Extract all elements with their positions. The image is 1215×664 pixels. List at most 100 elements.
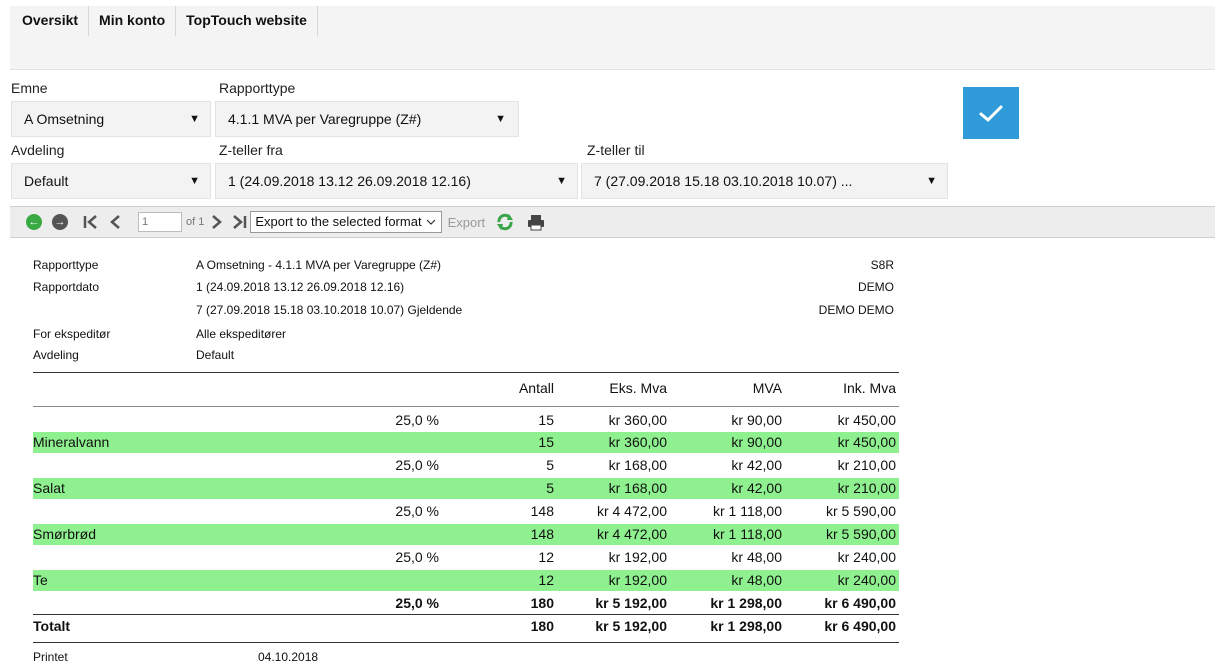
rapporttype-select[interactable]: 4.1.1 MVA per Varegruppe (Z#) ▼ [215,101,519,137]
row-antall: 15 [538,412,554,428]
checkmark-icon [979,105,1003,122]
export-button[interactable]: Export [448,215,486,230]
print-button[interactable] [527,213,545,231]
col-header-eks-mva: Eks. Mva [609,380,667,396]
nav-tabs: Oversikt Min konto TopTouch website [10,6,1215,36]
row-eks-mva: kr 5 192,00 [595,618,667,634]
emne-label: Emne [11,80,48,96]
row-ink-mva: kr 210,00 [837,457,896,473]
export-format-select[interactable]: Export to the selected format [250,211,442,233]
row-mva: kr 48,00 [731,572,782,588]
report-divider-top [33,372,899,373]
row-ink-mva: kr 5 590,00 [825,503,896,519]
printer-icon [528,215,545,231]
table-row: Mineralvann 15 kr 360,00 kr 90,00 kr 450… [33,432,899,453]
row-ink-mva: kr 240,00 [837,549,896,565]
chevron-right-icon [212,215,223,229]
z-teller-til-select[interactable]: 7 (27.09.2018 15.18 03.10.2018 10.07) ..… [581,163,948,199]
dropdown-arrow-icon: ▼ [189,175,200,187]
first-page-icon [83,215,97,229]
emne-select[interactable]: A Omsetning ▼ [11,101,211,137]
row-mva: kr 90,00 [731,412,782,428]
meta-ekspeditor-value: Alle ekspeditører [196,327,287,341]
dropdown-arrow-icon: ▼ [495,113,506,125]
printet-label: Printet [33,650,68,664]
printet-date: 04.10.2018 [258,650,319,664]
back-arrow-icon: ← [26,214,42,230]
table-row-total: Totalt 180 kr 5 192,00 kr 1 298,00 kr 6 … [33,616,899,637]
previous-page-button[interactable] [108,213,122,231]
page-count: of 1 [186,216,205,228]
dropdown-arrow-icon: ▼ [189,113,200,125]
row-eks-mva: kr 4 472,00 [596,503,667,519]
row-ink-mva: kr 5 590,00 [825,526,896,542]
row-eks-mva: kr 192,00 [608,572,667,588]
total-divider [33,614,899,615]
table-row-subtotal: 25,0 % 180 kr 5 192,00 kr 1 298,00 kr 6 … [33,593,899,614]
tab-oversikt[interactable]: Oversikt [10,6,90,36]
row-mva: kr 42,00 [731,480,782,496]
refresh-icon [497,213,514,231]
meta-rapporttype-label: Rapporttype [33,258,99,272]
row-antall: 180 [530,595,554,611]
row-name: Smørbrød [33,526,96,542]
dropdown-arrow-icon: ▼ [556,175,567,187]
col-header-ink-mva: Ink. Mva [843,380,896,396]
first-page-button[interactable] [82,213,100,231]
z-teller-fra-label: Z-teller fra [219,142,283,158]
row-antall: 5 [546,457,554,473]
meta-ekspeditor-label: For ekspeditør [33,327,111,341]
row-eks-mva: kr 360,00 [608,412,667,428]
back-button[interactable]: ← [26,214,42,230]
table-header-row: Antall Eks. Mva MVA Ink. Mva [33,378,899,399]
row-mva: kr 1 298,00 [710,595,782,611]
table-row: Te 12 kr 192,00 kr 48,00 kr 240,00 [33,570,899,591]
chevron-down-icon [426,219,435,225]
col-header-antall: Antall [518,380,554,396]
row-mva: kr 1 118,00 [712,503,782,519]
row-eks-mva: kr 168,00 [608,457,667,473]
meta-rapporttype-value: A Omsetning - 4.1.1 MVA per Varegruppe (… [196,258,442,272]
next-page-button[interactable] [210,213,224,231]
report-divider-header [33,406,899,407]
row-antall: 5 [546,480,554,496]
row-ink-mva: kr 210,00 [837,480,896,496]
row-pct: 25,0 % [395,595,439,611]
row-pct: 25,0 % [395,503,439,519]
row-eks-mva: kr 5 192,00 [595,595,667,611]
tab-min-konto[interactable]: Min konto [89,6,177,36]
avdeling-select-value: Default [24,173,69,189]
meta-avdeling-value: Default [196,348,235,362]
row-eks-mva: kr 4 472,00 [596,526,667,542]
row-ink-mva: kr 6 490,00 [824,618,896,634]
last-page-icon [233,215,247,229]
table-row: 25,0 % 148 kr 4 472,00 kr 1 118,00 kr 5 … [33,501,899,522]
rapporttype-label: Rapporttype [219,80,296,96]
table-row: Salat 5 kr 168,00 kr 42,00 kr 210,00 [33,478,899,499]
row-name: Te [33,572,48,588]
row-name: Totalt [33,618,71,634]
last-page-button[interactable] [230,213,248,231]
row-name: Salat [33,480,65,496]
row-pct: 25,0 % [395,549,439,565]
refresh-button[interactable] [495,212,515,232]
avdeling-select[interactable]: Default ▼ [11,163,211,199]
row-mva: kr 42,00 [731,457,782,473]
forward-button[interactable]: → [52,214,68,230]
tab-toptouch-website[interactable]: TopTouch website [176,6,318,36]
z-teller-til-label: Z-teller til [587,142,645,158]
table-row: 25,0 % 15 kr 360,00 kr 90,00 kr 450,00 [33,410,899,431]
z-teller-fra-select[interactable]: 1 (24.09.2018 13.12 26.09.2018 12.16) ▼ [215,163,578,199]
page-number-value: 1 [138,212,182,232]
row-mva: kr 90,00 [731,434,782,450]
row-ink-mva: kr 240,00 [837,572,896,588]
row-pct: 25,0 % [395,412,439,428]
z-teller-fra-value: 1 (24.09.2018 13.12 26.09.2018 12.16) [228,173,471,189]
report-toolbar: ← → 1 of 1 Export to the selected format [10,206,1215,238]
meta-right-code: S8R [870,258,894,272]
row-pct: 25,0 % [395,457,439,473]
table-row: 25,0 % 12 kr 192,00 kr 48,00 kr 240,00 [33,547,899,568]
page-number-input[interactable]: 1 [138,212,182,232]
meta-rapportdato-value-from: 1 (24.09.2018 13.12 26.09.2018 12.16) [196,280,405,294]
confirm-button[interactable] [963,87,1019,139]
